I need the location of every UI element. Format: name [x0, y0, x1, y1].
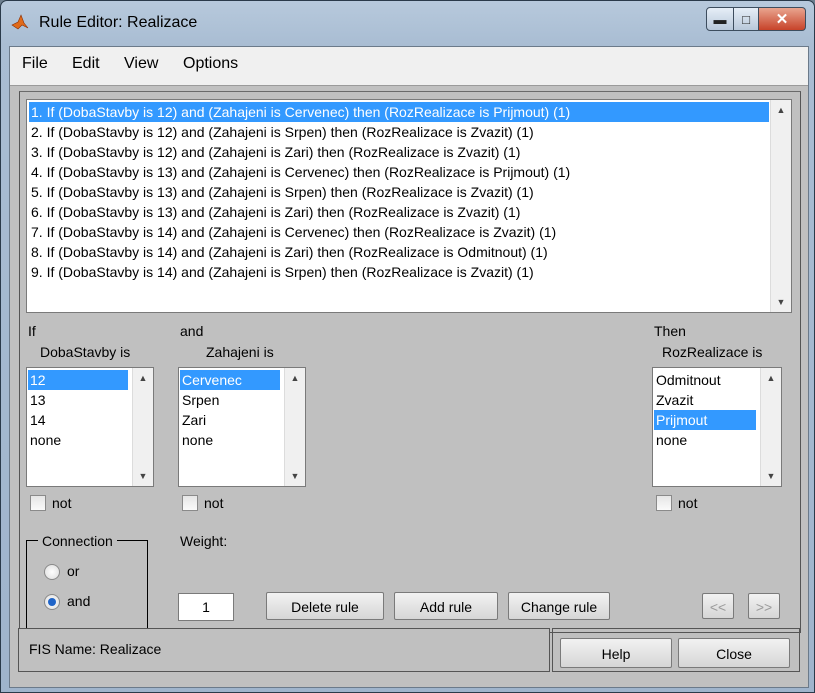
input2-not-label: not: [204, 495, 224, 511]
add-rule-button[interactable]: Add rule: [394, 592, 498, 620]
radio-or[interactable]: [44, 564, 60, 580]
list-item[interactable]: Odmitnout: [654, 370, 721, 390]
rule-item[interactable]: 2. If (DobaStavby is 12) and (Zahajeni i…: [29, 122, 534, 142]
previous-rule-button[interactable]: <<: [702, 593, 734, 619]
connection-group: [26, 540, 148, 632]
connection-title: Connection: [38, 533, 117, 549]
input2-variable-label: Zahajeni is: [206, 344, 274, 360]
change-rule-button[interactable]: Change rule: [508, 592, 610, 620]
close-icon: ✕: [775, 11, 789, 28]
input1-not-checkbox[interactable]: [30, 495, 46, 511]
rule-item[interactable]: 8. If (DobaStavby is 14) and (Zahajeni i…: [29, 242, 548, 262]
list-item[interactable]: none: [180, 430, 213, 450]
then-label: Then: [654, 323, 686, 339]
scroll-down-arrow-icon[interactable]: ▼: [761, 468, 781, 484]
list-item[interactable]: Srpen: [180, 390, 219, 410]
close-window-button[interactable]: ✕: [759, 7, 806, 31]
next-rule-button[interactable]: >>: [748, 593, 780, 619]
rule-editor-window: Rule Editor: Realizace ▬ □ ✕ File Edit V…: [0, 0, 815, 693]
menu-edit[interactable]: Edit: [72, 55, 100, 73]
list-item[interactable]: Cervenec: [180, 370, 280, 390]
matlab-logo-icon: [11, 14, 29, 30]
menu-view[interactable]: View: [124, 55, 158, 73]
list-item[interactable]: 13: [28, 390, 46, 410]
weight-input[interactable]: 1: [178, 593, 234, 621]
status-bar: FIS Name: Realizace: [18, 628, 550, 672]
and-label: and: [180, 323, 204, 339]
list-item[interactable]: Zari: [180, 410, 206, 430]
scroll-down-arrow-icon[interactable]: ▼: [285, 468, 305, 484]
rule-item[interactable]: 9. If (DobaStavby is 14) and (Zahajeni i…: [29, 262, 534, 282]
window-title: Rule Editor: Realizace: [39, 14, 198, 31]
menu-file[interactable]: File: [22, 55, 48, 73]
rules-list[interactable]: 1. If (DobaStavby is 12) and (Zahajeni i…: [26, 99, 792, 313]
scroll-up-arrow-icon[interactable]: ▲: [133, 370, 153, 386]
rule-item[interactable]: 1. If (DobaStavby is 12) and (Zahajeni i…: [29, 102, 769, 122]
maximize-button[interactable]: □: [734, 7, 759, 31]
input2-not-checkbox[interactable]: [182, 495, 198, 511]
input1-variable-label: DobaStavby is: [40, 344, 131, 360]
output-variable-label: RozRealizace is: [662, 344, 763, 360]
list-item[interactable]: 14: [28, 410, 46, 430]
input1-not-label: not: [52, 495, 72, 511]
scroll-down-arrow-icon[interactable]: ▼: [133, 468, 153, 484]
if-label: If: [28, 323, 36, 339]
list-item[interactable]: Prijmout: [654, 410, 756, 430]
rule-item[interactable]: 5. If (DobaStavby is 13) and (Zahajeni i…: [29, 182, 534, 202]
title-bar[interactable]: Rule Editor: Realizace ▬ □ ✕: [1, 1, 814, 45]
output-not-checkbox[interactable]: [656, 495, 672, 511]
minimize-icon: ▬: [713, 11, 727, 27]
close-button[interactable]: Close: [678, 638, 790, 668]
input1-scrollbar[interactable]: ▲ ▼: [132, 368, 153, 486]
rules-scrollbar[interactable]: ▲ ▼: [770, 100, 791, 312]
rule-item[interactable]: 7. If (DobaStavby is 14) and (Zahajeni i…: [29, 222, 556, 242]
help-button[interactable]: Help: [560, 638, 672, 668]
output-listbox[interactable]: Odmitnout Zvazit Prijmout none ▲ ▼: [652, 367, 782, 487]
menu-bar: File Edit View Options: [10, 47, 808, 86]
output-not-label: not: [678, 495, 698, 511]
list-item[interactable]: 12: [28, 370, 128, 390]
client-area: File Edit View Options 1. If (DobaStavby…: [9, 46, 809, 688]
radio-or-label: or: [67, 563, 80, 579]
input2-listbox[interactable]: Cervenec Srpen Zari none ▲ ▼: [178, 367, 306, 487]
delete-rule-button[interactable]: Delete rule: [266, 592, 384, 620]
rule-item[interactable]: 3. If (DobaStavby is 12) and (Zahajeni i…: [29, 142, 520, 162]
radio-and[interactable]: [44, 594, 60, 610]
fis-name-status: FIS Name: Realizace: [29, 641, 162, 657]
rule-item[interactable]: 4. If (DobaStavby is 13) and (Zahajeni i…: [29, 162, 570, 182]
maximize-icon: □: [742, 11, 750, 27]
input1-listbox[interactable]: 12 13 14 none ▲ ▼: [26, 367, 154, 487]
list-item[interactable]: none: [28, 430, 61, 450]
window-controls: ▬ □ ✕: [706, 7, 806, 31]
list-item[interactable]: Zvazit: [654, 390, 693, 410]
scroll-up-arrow-icon[interactable]: ▲: [761, 370, 781, 386]
output-scrollbar[interactable]: ▲ ▼: [760, 368, 781, 486]
scroll-up-arrow-icon[interactable]: ▲: [285, 370, 305, 386]
menu-options[interactable]: Options: [183, 55, 238, 73]
radio-and-label: and: [67, 593, 91, 609]
weight-label: Weight:: [180, 533, 228, 549]
input2-scrollbar[interactable]: ▲ ▼: [284, 368, 305, 486]
scroll-up-arrow-icon[interactable]: ▲: [771, 102, 791, 118]
list-item[interactable]: none: [654, 430, 687, 450]
scroll-down-arrow-icon[interactable]: ▼: [771, 294, 791, 310]
minimize-button[interactable]: ▬: [706, 7, 734, 31]
rule-item[interactable]: 6. If (DobaStavby is 13) and (Zahajeni i…: [29, 202, 520, 222]
